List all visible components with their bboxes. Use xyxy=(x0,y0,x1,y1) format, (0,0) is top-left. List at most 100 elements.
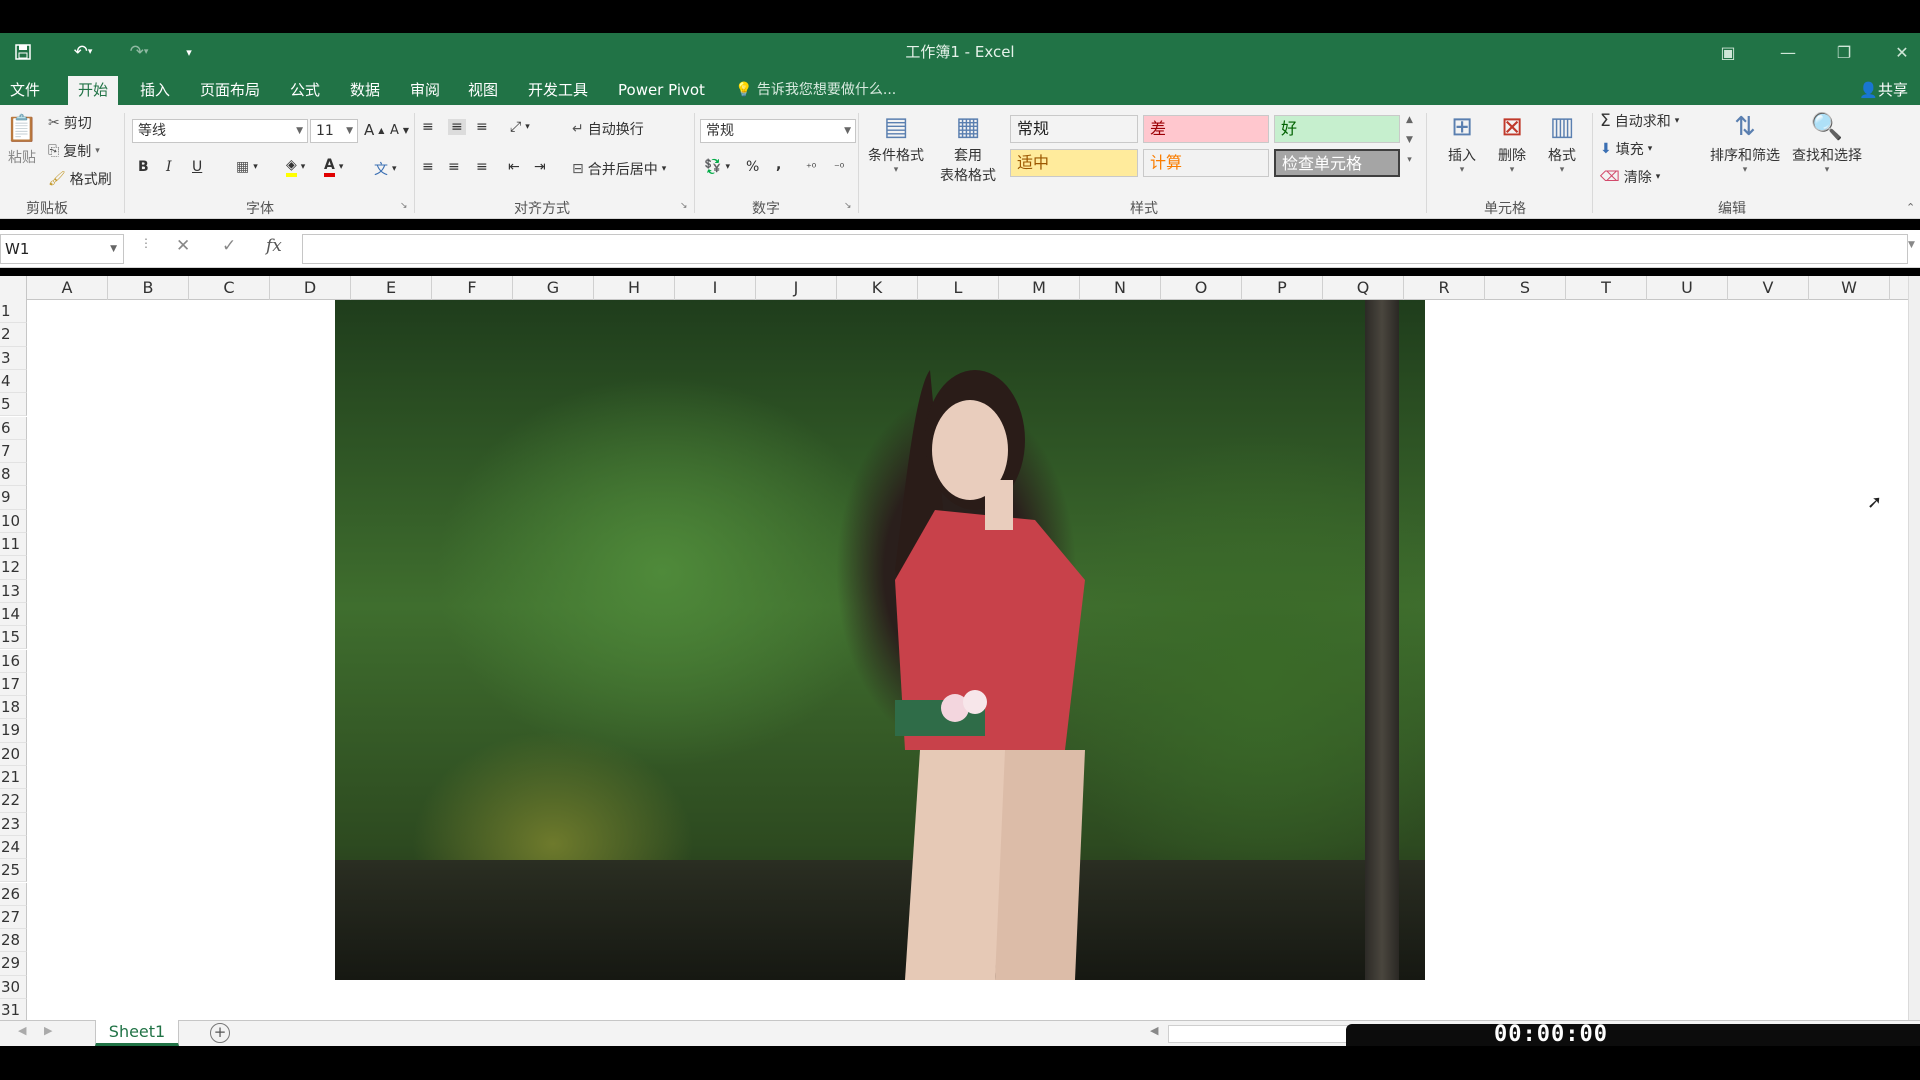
row-header[interactable]: 20 xyxy=(0,742,27,766)
row-header[interactable]: 17 xyxy=(0,672,27,697)
sheet-tab[interactable]: Sheet1 xyxy=(95,1020,179,1046)
column-header[interactable]: E xyxy=(351,276,432,300)
column-header[interactable]: N xyxy=(1080,276,1161,300)
column-header[interactable]: W xyxy=(1809,276,1890,300)
bold-button[interactable]: B xyxy=(138,159,149,175)
cancel-icon[interactable]: ✕ xyxy=(176,236,190,256)
decrease-decimal-icon[interactable]: ⁻⁰ xyxy=(834,161,844,174)
scroll-left-icon[interactable]: ◀ xyxy=(1150,1024,1158,1037)
underline-button[interactable]: U xyxy=(192,159,202,175)
row-header[interactable]: 23 xyxy=(0,812,27,836)
row-header[interactable]: 25 xyxy=(0,859,27,883)
row-header[interactable]: 21 xyxy=(0,766,27,790)
ribbon-display-options-icon[interactable]: ▣ xyxy=(1708,33,1748,71)
row-header[interactable]: 8 xyxy=(0,463,27,487)
column-header[interactable]: B xyxy=(108,276,189,300)
column-header[interactable]: O xyxy=(1161,276,1242,300)
row-header[interactable]: 7 xyxy=(0,439,27,464)
tab-data[interactable]: 数据 xyxy=(340,76,390,105)
delete-cells-button[interactable]: ⊠ 删除 ▾ xyxy=(1490,109,1534,175)
accounting-format-icon[interactable]: 💱 ▾ xyxy=(704,159,730,175)
tab-view[interactable]: 视图 xyxy=(458,76,508,105)
autosum-button[interactable]: Σ 自动求和 ▾ xyxy=(1600,111,1679,131)
column-header[interactable]: G xyxy=(513,276,594,300)
styles-gallery-scroll[interactable]: ▲ ▼ ▾ xyxy=(1406,115,1413,165)
increase-font-icon[interactable]: A ▲ xyxy=(364,121,384,139)
column-header[interactable]: J xyxy=(756,276,837,300)
formula-input[interactable] xyxy=(302,234,1908,264)
row-header[interactable]: 28 xyxy=(0,929,27,953)
row-header[interactable]: 22 xyxy=(0,789,27,813)
insert-cells-button[interactable]: ⊞ 插入 ▾ xyxy=(1440,109,1484,175)
font-size-select[interactable]: 11 ▼ xyxy=(310,119,358,143)
font-name-select[interactable]: 等线 ▼ xyxy=(132,119,308,143)
name-box[interactable]: W1 ▼ xyxy=(0,234,124,264)
inserted-picture[interactable] xyxy=(335,300,1425,980)
fill-button[interactable]: ⬇ 填充 ▾ xyxy=(1600,139,1652,159)
decrease-font-icon[interactable]: A ▼ xyxy=(390,123,409,138)
select-all-corner[interactable] xyxy=(0,276,27,300)
column-header[interactable]: A xyxy=(27,276,108,300)
borders-icon[interactable]: ▦ ▾ xyxy=(236,159,258,175)
tab-review[interactable]: 审阅 xyxy=(400,76,450,105)
percent-button[interactable]: % xyxy=(746,159,759,175)
prev-sheet-icon[interactable]: ◀ xyxy=(18,1024,26,1037)
row-header[interactable]: 13 xyxy=(0,579,27,603)
column-header[interactable]: P xyxy=(1242,276,1323,300)
column-header[interactable]: C xyxy=(189,276,270,300)
close-icon[interactable]: ✕ xyxy=(1882,33,1920,71)
tab-file[interactable]: 文件 xyxy=(0,76,50,105)
drag-handle-icon[interactable]: ⋮ xyxy=(140,236,152,250)
row-header[interactable]: 31 xyxy=(0,999,27,1023)
horizontal-scrollbar[interactable] xyxy=(1168,1025,1348,1043)
enter-icon[interactable]: ✓ xyxy=(222,236,236,256)
style-normal[interactable]: 常规 xyxy=(1010,115,1138,143)
row-header[interactable]: 19 xyxy=(0,719,27,743)
format-painter-button[interactable]: 🖌 格式刷 xyxy=(48,169,112,189)
column-header[interactable]: V xyxy=(1728,276,1809,300)
style-bad[interactable]: 差 xyxy=(1143,115,1269,143)
align-left-icon[interactable]: ≡ xyxy=(422,159,434,175)
merge-center-button[interactable]: ⊟ 合并后居中 ▾ xyxy=(572,159,666,179)
restore-icon[interactable]: ❐ xyxy=(1824,33,1864,71)
sort-filter-button[interactable]: ⇅ 排序和筛选 ▾ xyxy=(1706,109,1784,175)
column-header[interactable]: K xyxy=(837,276,918,300)
tab-page-layout[interactable]: 页面布局 xyxy=(190,76,270,105)
row-header[interactable]: 5 xyxy=(0,393,27,417)
row-header[interactable]: 1 xyxy=(0,300,27,324)
phonetic-icon[interactable]: 文 ▾ xyxy=(374,159,397,179)
italic-button[interactable]: I xyxy=(166,159,172,175)
column-header[interactable]: Q xyxy=(1323,276,1404,300)
tab-developer[interactable]: 开发工具 xyxy=(518,76,598,105)
tab-insert[interactable]: 插入 xyxy=(130,76,180,105)
row-header[interactable]: 9 xyxy=(0,486,27,510)
tab-formulas[interactable]: 公式 xyxy=(280,76,330,105)
style-neutral[interactable]: 适中 xyxy=(1010,149,1138,177)
align-center-icon[interactable]: ≡ xyxy=(448,159,460,175)
format-as-table-button[interactable]: ▦ 套用 表格格式 xyxy=(932,109,1004,185)
cut-button[interactable]: ✂ 剪切 xyxy=(48,113,92,133)
collapse-ribbon-icon[interactable]: ⌃ xyxy=(1906,201,1915,214)
row-header[interactable]: 11 xyxy=(0,533,27,557)
decrease-indent-icon[interactable]: ⇤ xyxy=(508,159,520,175)
font-color-icon[interactable]: A ▾ xyxy=(324,157,343,177)
worksheet-grid[interactable]: ABCDEFGHIJKLMNOPQRSTUVW 1 2 3 4 5 6 7 8 9 10 11 12 1… xyxy=(0,276,1920,1023)
column-header[interactable]: I xyxy=(675,276,756,300)
conditional-formatting-button[interactable]: ▤ 条件格式 ▾ xyxy=(864,109,928,175)
tab-power-pivot[interactable]: Power Pivot xyxy=(608,76,715,105)
paste-button[interactable]: 📋 粘贴 xyxy=(4,111,40,167)
row-header[interactable]: 14 xyxy=(0,602,27,627)
increase-indent-icon[interactable]: ⇥ xyxy=(534,159,546,175)
row-header[interactable]: 30 xyxy=(0,975,27,999)
orientation-icon[interactable]: ⤢ ▾ xyxy=(510,119,530,135)
align-bottom-icon[interactable]: ≡ xyxy=(476,119,488,135)
row-header[interactable]: 24 xyxy=(0,835,27,860)
copy-button[interactable]: ⎘ 复制 ▾ xyxy=(48,141,100,161)
row-header[interactable]: 16 xyxy=(0,649,27,673)
row-header[interactable]: 29 xyxy=(0,952,27,976)
row-header[interactable]: 18 xyxy=(0,696,27,720)
alignment-dialog-launcher-icon[interactable]: ↘ xyxy=(680,201,688,211)
font-dialog-launcher-icon[interactable]: ↘ xyxy=(400,201,408,211)
add-sheet-icon[interactable]: + xyxy=(210,1023,230,1043)
row-header[interactable]: 4 xyxy=(0,369,27,394)
